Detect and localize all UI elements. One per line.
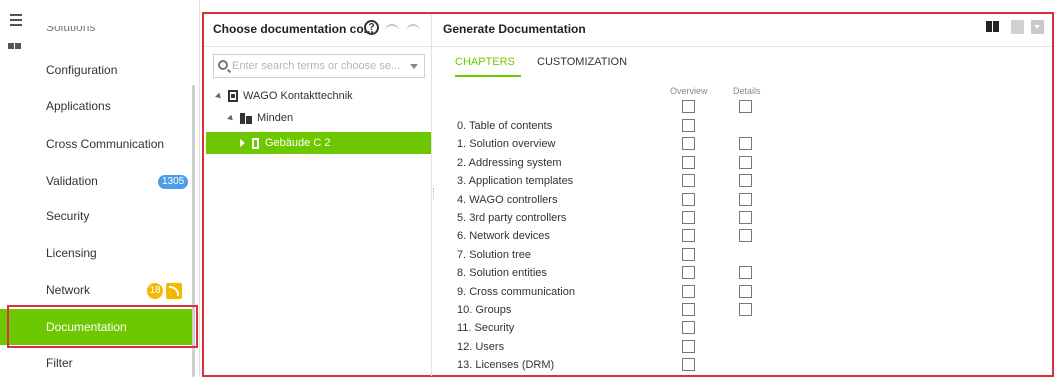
- panel-divider: [431, 14, 432, 376]
- overview-checkbox[interactable]: [682, 266, 695, 279]
- overview-checkbox[interactable]: [682, 174, 695, 187]
- chapter-row: 4. WAGO controllers: [457, 194, 558, 206]
- redo-icon[interactable]: [406, 24, 420, 32]
- sidebar-item-documentation[interactable]: Documentation: [0, 309, 194, 345]
- chapter-row: 11. Security: [457, 322, 515, 334]
- tab-customization[interactable]: CUSTOMIZATION: [537, 56, 627, 76]
- chevron-down-icon[interactable]: [410, 64, 418, 69]
- chapter-row: 0. Table of contents: [457, 120, 553, 132]
- sidebar-item-configuration[interactable]: Configuration: [0, 52, 194, 88]
- chapter-row: 7. Solution tree: [457, 249, 531, 261]
- overview-checkbox[interactable]: [682, 303, 695, 316]
- overview-checkbox[interactable]: [682, 340, 695, 353]
- overview-checkbox[interactable]: [682, 248, 695, 261]
- details-column-header: Details: [733, 86, 761, 96]
- sidebar-item-cross-communication[interactable]: Cross Communication: [0, 126, 194, 162]
- overview-checkbox[interactable]: [682, 229, 695, 242]
- details-checkbox[interactable]: [739, 285, 752, 298]
- header-divider: [204, 46, 1052, 47]
- details-checkbox[interactable]: [739, 303, 752, 316]
- details-checkbox[interactable]: [739, 229, 752, 242]
- details-checkbox[interactable]: [739, 193, 752, 206]
- sidebar: Solutions Configuration Applications Cro…: [0, 0, 200, 377]
- details-checkbox[interactable]: [739, 266, 752, 279]
- chapter-row: 5. 3rd party controllers: [457, 212, 567, 224]
- organization-icon: [228, 90, 238, 102]
- book-icon[interactable]: [986, 20, 1000, 34]
- chapter-row: 13. Licenses (DRM): [457, 359, 555, 371]
- overview-checkbox[interactable]: [682, 193, 695, 206]
- chapter-row: 12. Users: [457, 341, 505, 353]
- chapter-row: 10. Groups: [457, 304, 512, 316]
- solutions-icon: [8, 36, 22, 49]
- tab-chapters[interactable]: CHAPTERS: [455, 56, 521, 77]
- undo-icon[interactable]: [385, 24, 399, 32]
- search-icon: [218, 60, 228, 70]
- network-count-badge: 18: [147, 283, 163, 299]
- details-checkbox[interactable]: [739, 211, 752, 224]
- tree-node-gebaeude[interactable]: Gebäude C 2: [240, 133, 330, 153]
- chapter-row: 2. Addressing system: [457, 157, 562, 169]
- overview-checkbox[interactable]: [682, 119, 695, 132]
- rss-icon: [166, 283, 182, 299]
- help-icon[interactable]: ?: [364, 20, 379, 35]
- sidebar-item-filter[interactable]: Filter: [0, 345, 194, 377]
- search-input[interactable]: [232, 58, 402, 74]
- overview-checkbox[interactable]: [682, 358, 695, 371]
- choose-doc-title: Choose documentation co...: [213, 22, 374, 36]
- chapter-row: 9. Cross communication: [457, 286, 575, 298]
- collapse-triangle-icon[interactable]: [240, 139, 245, 147]
- chapter-row: 8. Solution entities: [457, 267, 547, 279]
- sidebar-scrollbar[interactable]: [192, 85, 195, 377]
- expand-triangle-icon[interactable]: [227, 114, 235, 122]
- resize-handle[interactable]: [433, 188, 435, 200]
- details-checkbox[interactable]: [739, 174, 752, 187]
- download-icon[interactable]: [1031, 20, 1044, 34]
- details-checkbox[interactable]: [739, 156, 752, 169]
- sidebar-item-security[interactable]: Security: [0, 198, 194, 234]
- overview-checkbox[interactable]: [682, 285, 695, 298]
- sidebar-item-solutions[interactable]: Solutions: [46, 26, 95, 36]
- tree-node-wago[interactable]: WAGO Kontakttechnik: [215, 86, 353, 106]
- details-select-all-checkbox[interactable]: [739, 100, 752, 113]
- chapter-row: 1. Solution overview: [457, 138, 556, 150]
- menu-icon[interactable]: [10, 14, 22, 29]
- sidebar-item-network[interactable]: Network: [0, 272, 194, 308]
- building-icon: [240, 112, 252, 124]
- chapter-row: 6. Network devices: [457, 230, 550, 242]
- overview-select-all-checkbox[interactable]: [682, 100, 695, 113]
- validation-count-badge: 1305: [158, 175, 189, 189]
- floor-icon: [252, 137, 259, 149]
- generate-doc-title: Generate Documentation: [443, 22, 586, 36]
- overview-checkbox[interactable]: [682, 211, 695, 224]
- overview-checkbox[interactable]: [682, 156, 695, 169]
- sidebar-item-licensing[interactable]: Licensing: [0, 235, 194, 271]
- pdf-icon[interactable]: [1011, 20, 1024, 34]
- details-checkbox[interactable]: [739, 137, 752, 150]
- tree-node-minden[interactable]: Minden: [227, 108, 293, 128]
- search-combobox[interactable]: [213, 54, 425, 78]
- overview-checkbox[interactable]: [682, 137, 695, 150]
- overview-checkbox[interactable]: [682, 321, 695, 334]
- chapter-row: 3. Application templates: [457, 175, 574, 187]
- expand-triangle-icon[interactable]: [215, 92, 223, 100]
- overview-column-header: Overview: [670, 86, 708, 96]
- sidebar-item-applications[interactable]: Applications: [0, 88, 194, 124]
